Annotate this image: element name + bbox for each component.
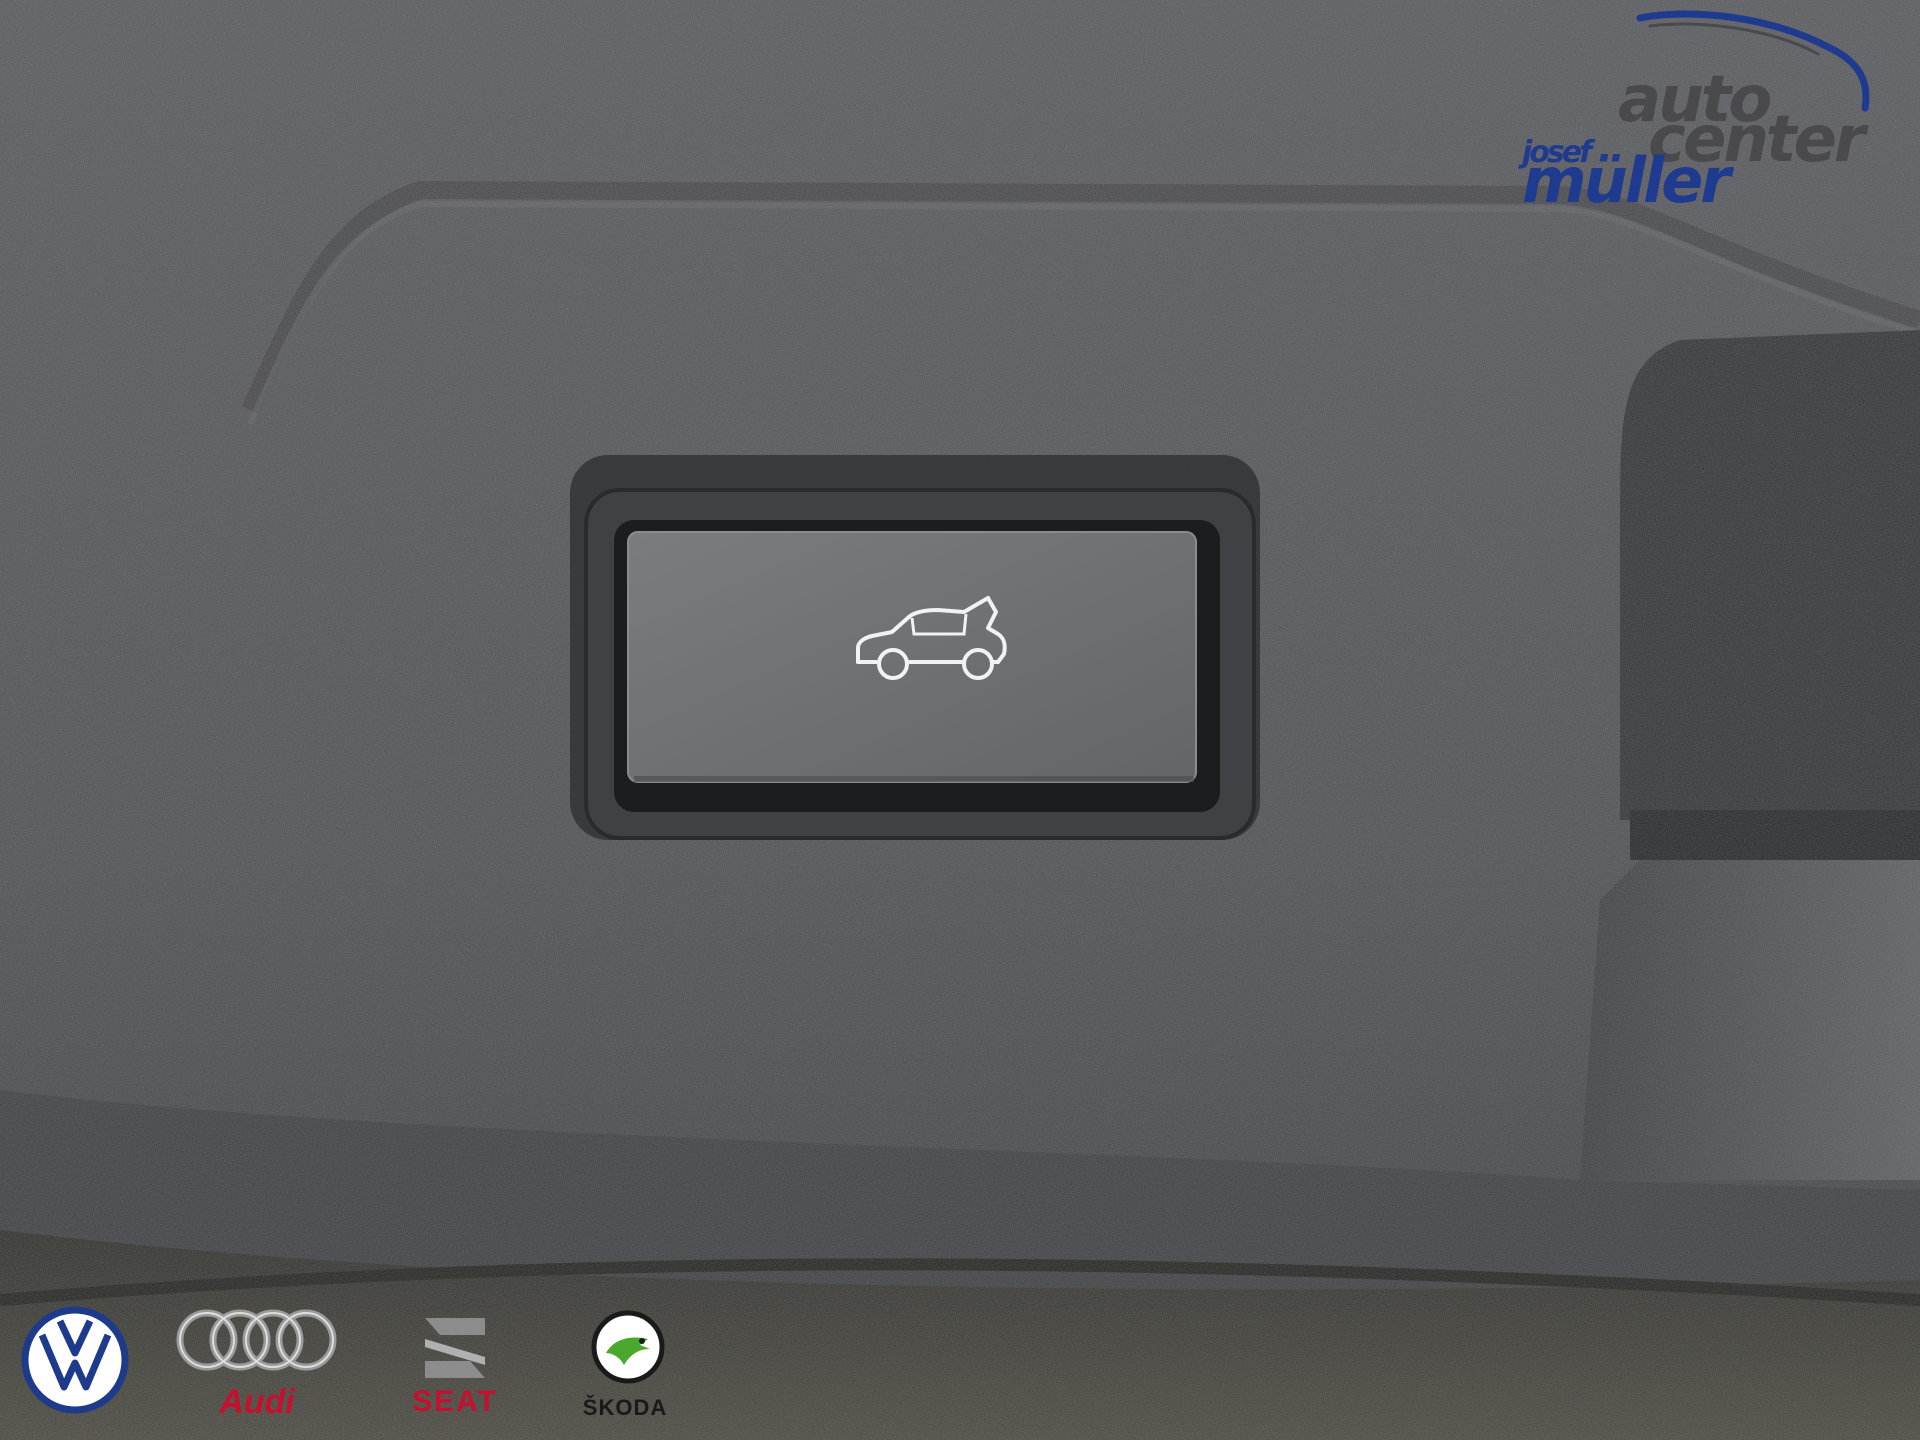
dealer-word-muller: müller [1522, 144, 1731, 217]
brand-logo-bar: Audi SEAT ŠKODA [20, 1305, 680, 1435]
seat-s-icon [425, 1318, 485, 1378]
skoda-arrow-icon [591, 1310, 665, 1384]
seat-label: SEAT [412, 1385, 498, 1418]
vw-icon [21, 1306, 129, 1414]
seat-logo: SEAT [380, 1305, 530, 1435]
skoda-label: ŠKODA [582, 1395, 668, 1420]
audi-rings-icon [176, 1309, 337, 1371]
audi-logo: Audi [172, 1305, 342, 1435]
audi-label: Audi [219, 1383, 295, 1421]
skoda-logo: ŠKODA [560, 1305, 690, 1435]
vw-logo [20, 1305, 140, 1435]
dealer-logo: auto center josef müller [1500, 8, 1910, 212]
tailgate-open-icon[interactable] [848, 590, 1018, 690]
